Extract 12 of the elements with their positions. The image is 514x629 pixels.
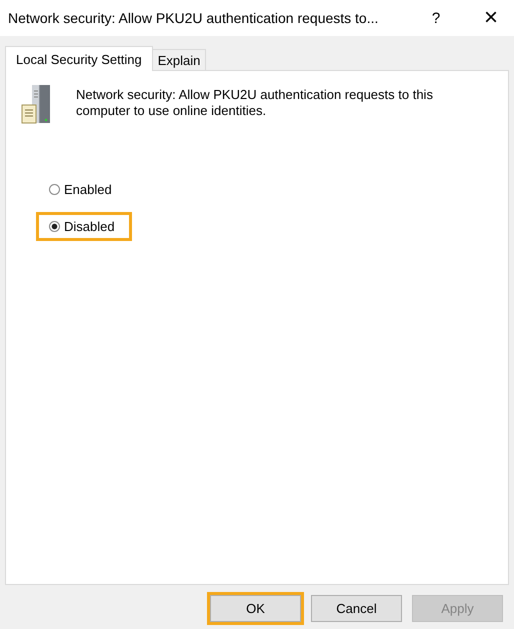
tab[interactable]: Local Security Setting [5,46,153,71]
close-button[interactable]: × [468,0,514,36]
radio-button[interactable] [49,184,60,195]
radio-label[interactable]: Disabled [64,219,115,234]
dialog-button[interactable]: Cancel [311,595,402,622]
radio-label[interactable]: Enabled [64,182,112,197]
dialog-button[interactable]: OK [210,595,301,622]
window-title: Network security: Allow PKU2U authentication requests to... [7,10,380,26]
tab[interactable]: Explain [152,49,206,70]
help-button[interactable]: ? [416,0,456,36]
radio-button[interactable] [49,221,60,232]
policy-description: Network security: Allow PKU2U authentication requests to this computer to use online identities. [76,87,434,120]
